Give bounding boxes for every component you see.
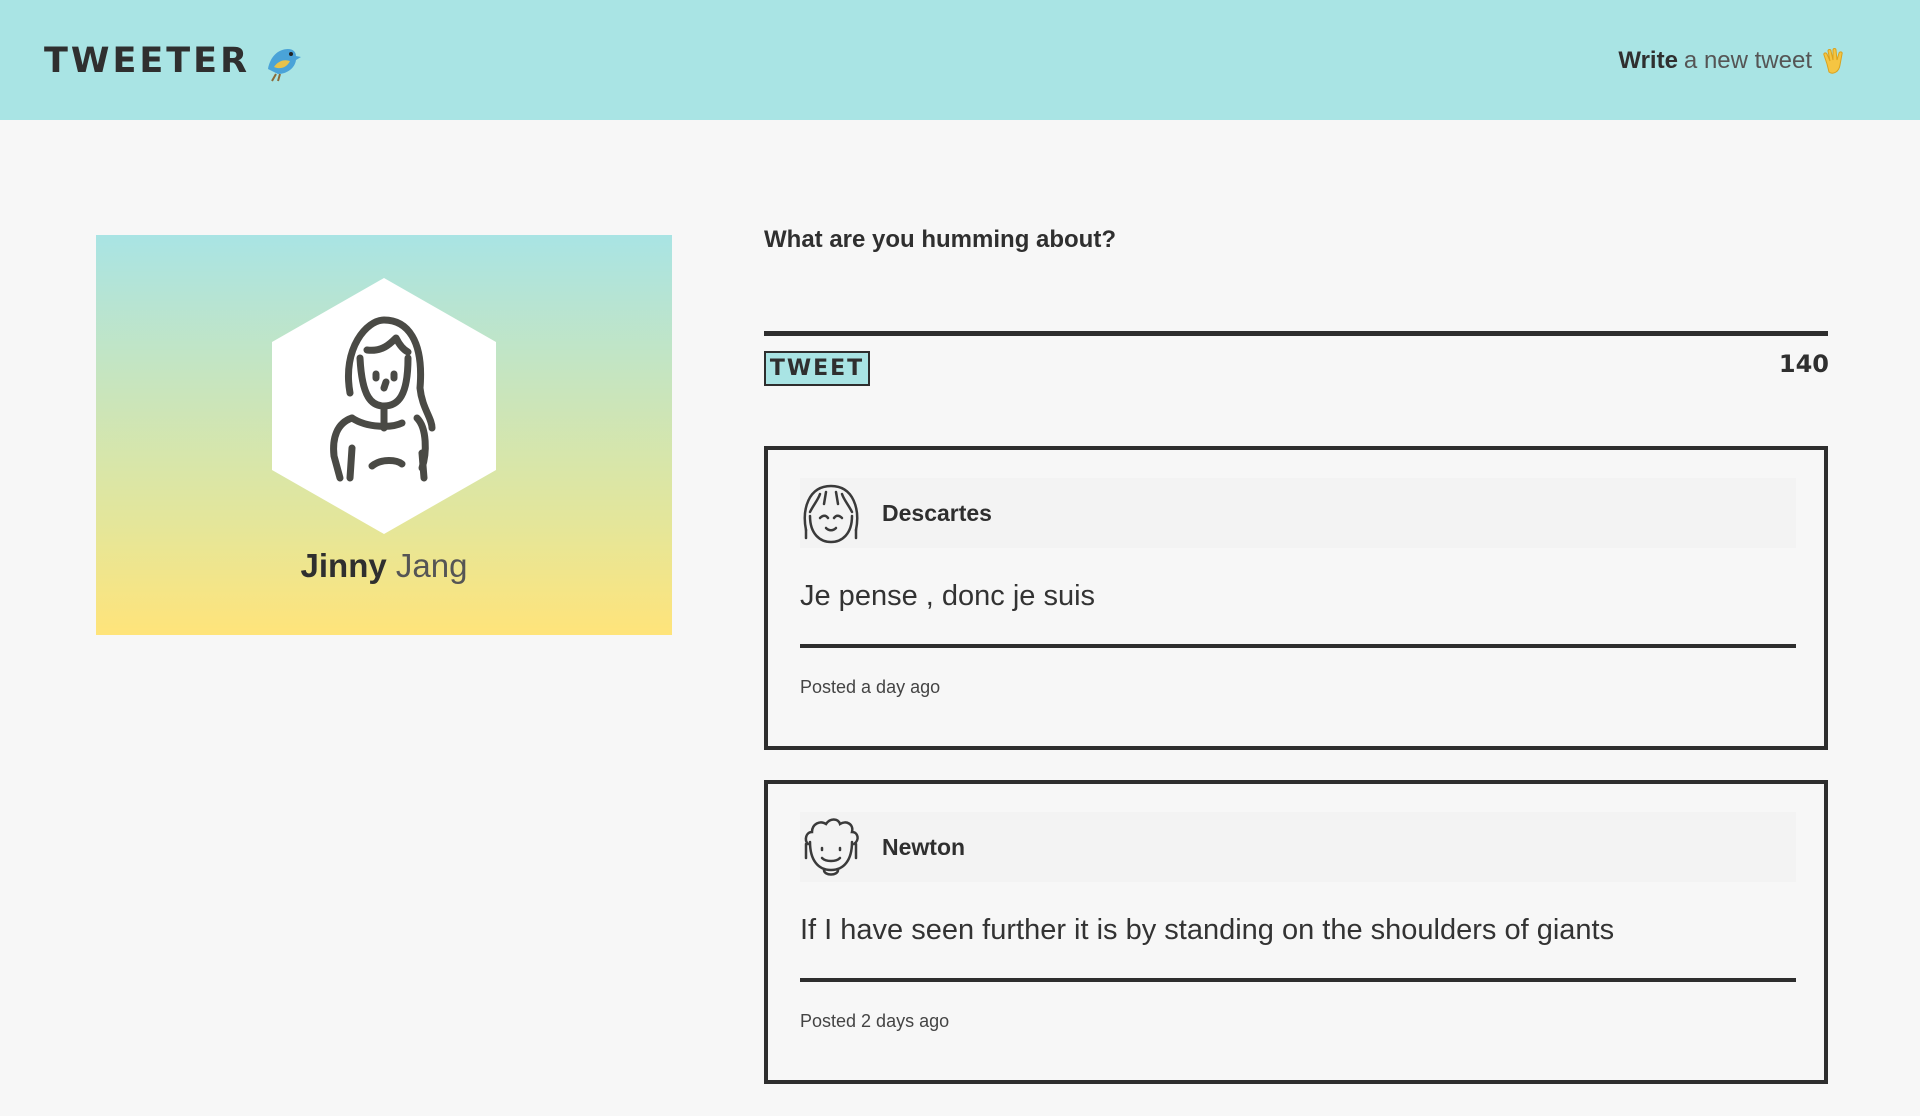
girl-face-avatar-icon bbox=[803, 484, 859, 544]
tweet-timestamp: Posted 2 days ago bbox=[800, 1011, 950, 1031]
profile-last-name: Jang bbox=[395, 547, 468, 584]
tweet-author[interactable]: Descartes bbox=[882, 500, 992, 527]
tweet-submit-button[interactable]: TWEET bbox=[764, 351, 870, 386]
top-navbar: TWEETER Write a new tweet bbox=[0, 0, 1920, 120]
profile-first-name: Jinny bbox=[300, 547, 387, 584]
compose-label: What are you humming about? bbox=[764, 226, 1116, 253]
character-counter: 140 bbox=[1778, 350, 1829, 378]
tweet-text-input[interactable] bbox=[764, 270, 1828, 336]
tweet-content: Je pense , donc je suis bbox=[800, 580, 1096, 612]
write-label-rest: a new tweet bbox=[1683, 47, 1812, 74]
tweet-card: Descartes Je pense , donc je suis Posted… bbox=[764, 446, 1828, 750]
tweet-divider bbox=[800, 644, 1796, 648]
waving-hand-icon bbox=[1823, 48, 1843, 74]
tweet-timestamp: Posted a day ago bbox=[800, 677, 941, 697]
tweet-header: Descartes bbox=[800, 478, 1796, 548]
write-new-tweet-link[interactable]: Write a new tweet bbox=[1618, 42, 1852, 80]
tweet-author[interactable]: Newton bbox=[882, 834, 965, 861]
brand-logo[interactable]: TWEETER bbox=[44, 38, 304, 84]
bird-icon bbox=[268, 49, 302, 82]
tweet-card: Newton If I have seen further it is by s… bbox=[764, 780, 1828, 1084]
tweet-divider bbox=[800, 978, 1796, 982]
profile-name: Jinny Jang bbox=[96, 547, 672, 585]
woman-avatar-icon bbox=[272, 278, 496, 534]
profile-card: Jinny Jang bbox=[96, 235, 672, 635]
write-label: Write bbox=[1618, 47, 1678, 74]
tweet-content: If I have seen further it is by standing… bbox=[800, 914, 1615, 946]
brand-title: TWEETER bbox=[44, 41, 251, 81]
tweet-header: Newton bbox=[800, 812, 1796, 882]
curly-hair-man-avatar-icon bbox=[804, 818, 859, 876]
